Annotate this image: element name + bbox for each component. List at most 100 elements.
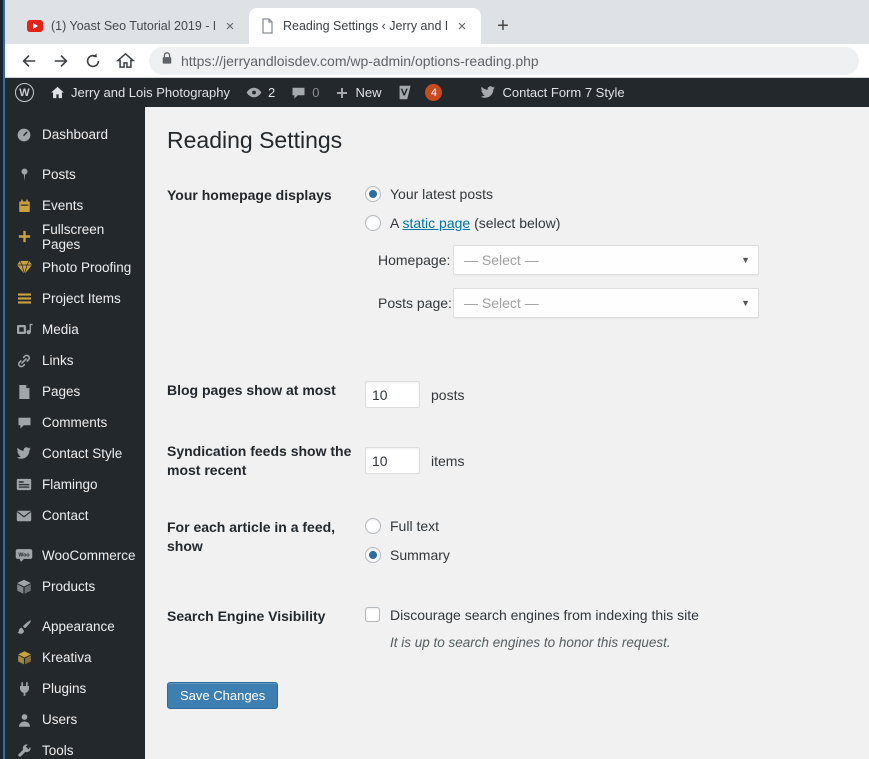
plus-icon (15, 228, 33, 246)
sidebar-item-contact-style[interactable]: Contact Style (5, 438, 145, 469)
new-label: New (355, 85, 382, 100)
tab-title: (1) Yoast Seo Tutorial 2019 - How (51, 19, 215, 33)
sidebar-item-posts[interactable]: Posts (5, 159, 145, 190)
syndication-input[interactable] (365, 447, 420, 475)
sidebar-item-label: Fullscreen Pages (42, 221, 105, 252)
close-icon[interactable]: × (453, 17, 471, 35)
homepage-select-label: Homepage: (378, 252, 451, 268)
sidebar-item-label: Photo Proofing (42, 260, 132, 275)
sidebar-item-label: Tools (42, 743, 74, 758)
sidebar-item-photo-proofing[interactable]: Photo Proofing (5, 252, 145, 283)
calendar-icon (15, 197, 33, 215)
sidebar-item-products[interactable]: Products (5, 571, 145, 602)
list-icon (15, 290, 33, 308)
sidebar-item-flamingo[interactable]: Flamingo (5, 469, 145, 500)
forward-icon[interactable] (47, 47, 75, 75)
sidebar-item-label: Links (42, 353, 74, 368)
chevron-down-icon: ▼ (741, 255, 750, 265)
reload-icon[interactable] (79, 47, 107, 75)
reading-settings-page: Reading Settings Your homepage displays … (145, 107, 869, 759)
tab-yoast-tutorial[interactable]: (1) Yoast Seo Tutorial 2019 - How × (17, 8, 249, 44)
sidebar-item-plugins[interactable]: Plugins (5, 673, 145, 704)
address-bar[interactable]: https://jerryandloisdev.com/wp-admin/opt… (149, 46, 859, 75)
chevron-down-icon: ▼ (741, 298, 750, 308)
new-tab-button[interactable]: + (489, 12, 517, 40)
contact-form-style-menu[interactable]: Contact Form 7 Style (480, 85, 625, 100)
sidebar-item-label: Contact (42, 508, 89, 523)
summary-radio[interactable] (365, 546, 381, 563)
static-page-label: A static page (select below) (390, 215, 561, 231)
url-text: https://jerryandloisdev.com/wp-admin/opt… (181, 52, 539, 69)
sidebar-item-appearance[interactable]: Appearance (5, 611, 145, 642)
updates-count: 2 (267, 85, 276, 100)
tab-reading-settings[interactable]: Reading Settings ‹ Jerry and Lois × (249, 8, 481, 44)
homepage-select[interactable]: — Select — ▼ (453, 245, 759, 275)
brush-icon (15, 618, 33, 636)
save-changes-button[interactable]: Save Changes (167, 681, 279, 709)
home-icon[interactable] (111, 47, 139, 75)
card-icon (15, 476, 33, 494)
lock-icon (161, 51, 173, 70)
static-page-link[interactable]: static page (402, 215, 470, 231)
browser-tabstrip: (1) Yoast Seo Tutorial 2019 - How × Read… (5, 0, 869, 44)
screen: (1) Yoast Seo Tutorial 2019 - How × Read… (0, 0, 869, 759)
sidebar-item-label: Products (42, 579, 96, 594)
discourage-indexing-checkbox[interactable] (365, 607, 380, 623)
close-icon[interactable]: × (221, 17, 239, 35)
latest-posts-label: Your latest posts (390, 186, 493, 202)
yoast-notification-badge: 4 (425, 84, 443, 101)
yoast-icon (397, 84, 414, 101)
comments-menu[interactable]: 0 (291, 85, 319, 100)
sidebar-item-woocommerce[interactable]: Woo WooCommerce (5, 540, 145, 571)
wordpress-icon: W (15, 83, 34, 102)
feed-article-label: For each article in a feed, show (167, 518, 336, 554)
new-content-menu[interactable]: New (335, 85, 381, 100)
full-text-label: Full text (390, 517, 440, 534)
sidebar-item-label: Users (42, 712, 78, 727)
sidebar-item-label: Plugins (42, 681, 87, 696)
sidebar-item-users[interactable]: Users (5, 704, 145, 735)
sidebar-item-fullscreen-pages[interactable]: Fullscreen Pages (5, 221, 145, 252)
back-icon[interactable] (15, 47, 43, 75)
latest-posts-radio[interactable] (365, 186, 381, 202)
sidebar-item-media[interactable]: Media (5, 314, 145, 345)
sidebar-item-events[interactable]: Events (5, 190, 145, 221)
sidebar-item-label: Kreativa (42, 650, 92, 665)
updates-menu[interactable]: 2 (246, 85, 275, 100)
sidebar-item-tools[interactable]: Tools (5, 735, 145, 759)
comments-count: 0 (312, 85, 320, 100)
posts-page-select-label: Posts page: (378, 295, 452, 311)
sidebar-item-project-items[interactable]: Project Items (5, 283, 145, 314)
blog-pages-input[interactable] (365, 381, 420, 408)
sidebar-item-contact[interactable]: Contact (5, 500, 145, 531)
wp-sidebar: Dashboard Posts Events Fullscreen Pages … (5, 107, 145, 759)
homepage-select-value: — Select — (464, 252, 539, 268)
search-visibility-label: Search Engine Visibility (167, 607, 326, 624)
sidebar-item-label: Pages (42, 384, 81, 399)
sidebar-item-pages[interactable]: Pages (5, 376, 145, 407)
discourage-indexing-label: Discourage search engines from indexing … (390, 606, 699, 623)
yoast-menu[interactable]: 4 (397, 84, 443, 101)
sidebar-item-label: Project Items (42, 291, 121, 306)
sidebar-item-kreativa[interactable]: Kreativa (5, 642, 145, 673)
contact-style-label: Contact Form 7 Style (502, 85, 625, 100)
sidebar-item-dashboard[interactable]: Dashboard (5, 119, 145, 150)
full-text-radio[interactable] (365, 517, 381, 534)
home-icon (50, 85, 65, 100)
summary-label: Summary (390, 546, 450, 563)
browser-toolbar: https://jerryandloisdev.com/wp-admin/opt… (5, 44, 869, 78)
tab-title: Reading Settings ‹ Jerry and Lois (283, 19, 447, 33)
posts-page-select[interactable]: — Select — ▼ (453, 288, 759, 318)
static-page-radio[interactable] (365, 215, 381, 231)
wrench-icon (15, 742, 33, 759)
envelope-icon (15, 507, 33, 525)
sidebar-item-comments[interactable]: Comments (5, 407, 145, 438)
site-name-menu[interactable]: Jerry and Lois Photography (50, 85, 230, 100)
sidebar-item-label: Comments (42, 415, 108, 430)
dashboard-icon (15, 126, 33, 144)
wp-logo-menu[interactable]: W (15, 83, 34, 102)
plug-icon (15, 680, 33, 698)
gem-icon (15, 259, 33, 277)
search-engines-note: It is up to search engines to honor this… (390, 634, 671, 650)
sidebar-item-links[interactable]: Links (5, 345, 145, 376)
